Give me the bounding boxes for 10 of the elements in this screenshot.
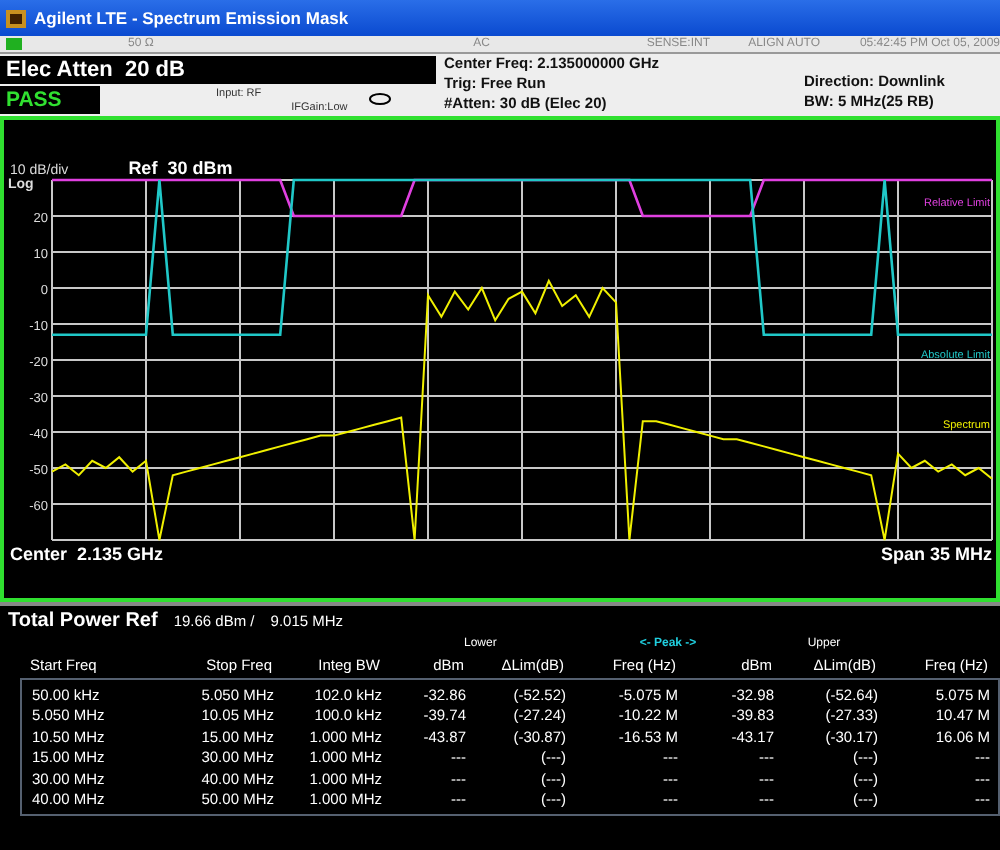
table-title: Total Power Ref <box>8 610 158 632</box>
result-label: PASS <box>0 86 100 114</box>
window-title: Agilent LTE - Spectrum Emission Mask <box>34 8 349 28</box>
status-icon <box>6 38 22 50</box>
app-icon <box>6 9 26 27</box>
loop-icon <box>367 92 392 106</box>
span-label: Span 35 MHz <box>880 544 992 564</box>
ref-level-label: Ref 30 dBm <box>128 158 233 178</box>
atten-label: Elec Atten 20 dB <box>0 56 436 84</box>
center-label: Center 2.135 GHz <box>10 544 164 564</box>
